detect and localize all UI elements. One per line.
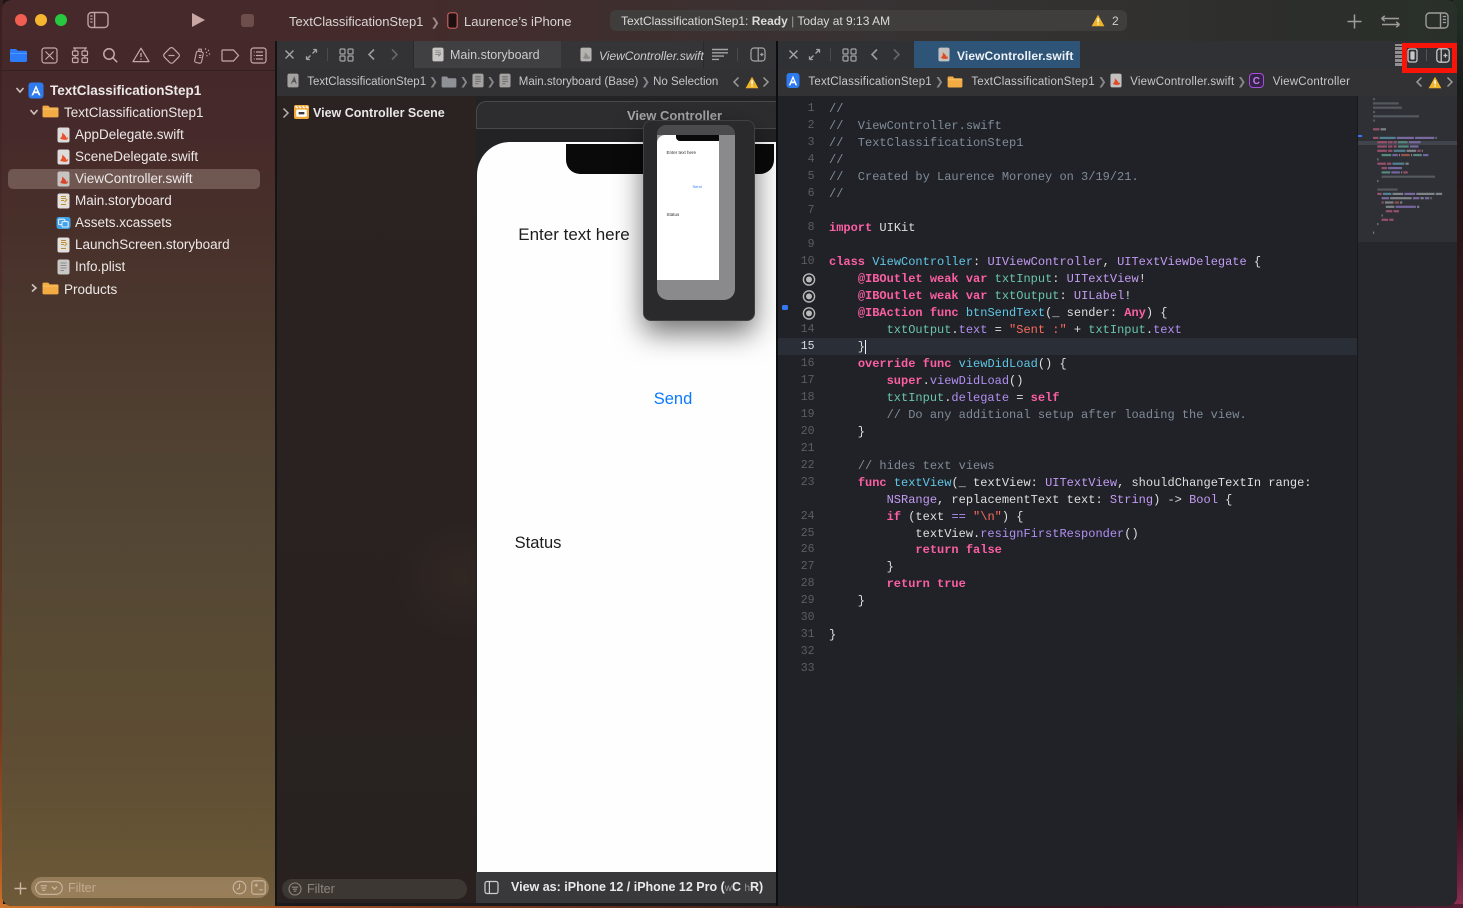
svg-text:C: C bbox=[1253, 76, 1260, 87]
